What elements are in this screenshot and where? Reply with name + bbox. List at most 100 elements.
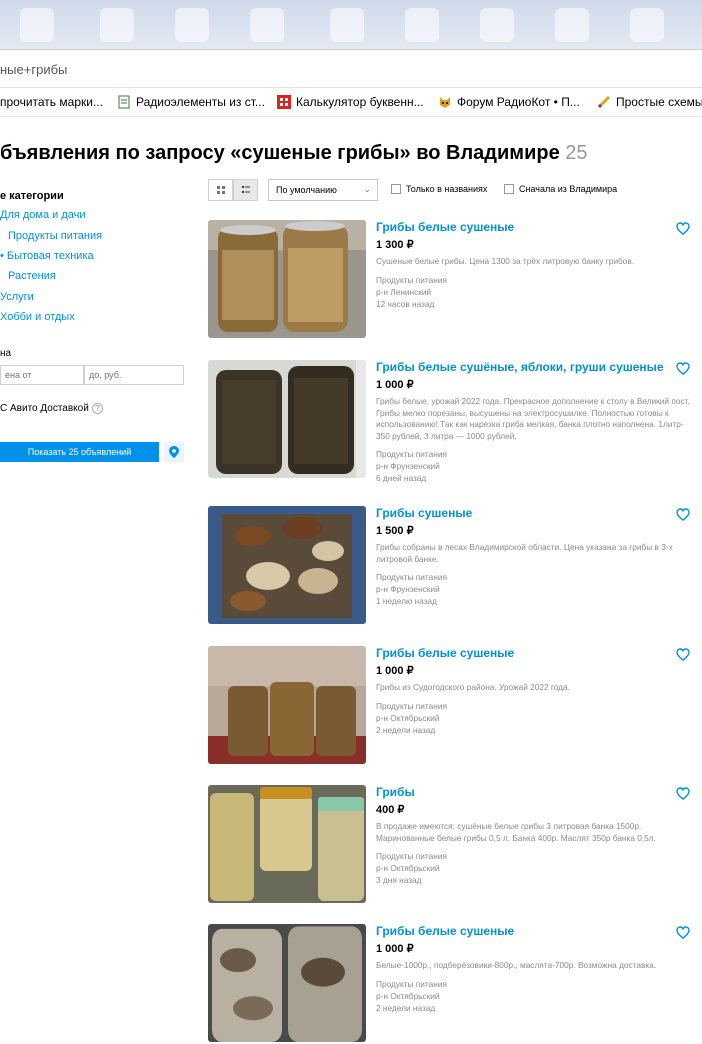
price-to-input[interactable] bbox=[84, 365, 184, 385]
tab-thumbnail[interactable] bbox=[555, 8, 589, 42]
only-titles-checkbox[interactable]: Только в названиях bbox=[391, 184, 487, 194]
map-button[interactable] bbox=[164, 442, 184, 462]
listing-photo[interactable] bbox=[208, 646, 366, 764]
bookmark-item[interactable]: Простые схемы bbox=[597, 95, 702, 109]
listing-title[interactable]: Грибы белые сушёные, яблоки, груши сушен… bbox=[376, 360, 692, 374]
price-from-input[interactable] bbox=[0, 365, 84, 385]
listing-price: 1 500 ₽ bbox=[376, 525, 414, 537]
listing-info: Грибы белые сушеные 1 000 ₽ Грибы из Суд… bbox=[376, 646, 692, 736]
listing-time: 3 дня назад bbox=[376, 875, 422, 885]
listing-description: Грибы из Судогодского района. Урожай 202… bbox=[376, 682, 570, 692]
listing-category: Продукты питания bbox=[376, 851, 447, 861]
checkbox-box[interactable] bbox=[504, 184, 514, 194]
listing-meta: Продукты питания р-н Ленинский 12 часов … bbox=[376, 274, 692, 310]
tab-thumbnail[interactable] bbox=[405, 8, 439, 42]
delivery-filter[interactable]: С Авито Доставкой? bbox=[0, 403, 103, 414]
listing-item[interactable]: Грибы белые сушеные 1 000 ₽ Белые-1000р.… bbox=[208, 924, 702, 1044]
tab-thumbnail[interactable] bbox=[175, 8, 209, 42]
listing-description: Грибы собраны в лесах Владимирской облас… bbox=[376, 542, 673, 564]
bookmark-label: прочитать марки... bbox=[0, 95, 103, 109]
heart-icon[interactable] bbox=[676, 508, 690, 521]
listing-meta: Продукты питания р-н Октябрьский 2 недел… bbox=[376, 700, 692, 736]
listing-description: Белые-1000р., подберёзовики-800р., масля… bbox=[376, 960, 657, 970]
listing-description: Грибы белые, урожай 2022 года. Прекрасно… bbox=[376, 396, 690, 441]
listing-category: Продукты питания bbox=[376, 978, 447, 989]
bookmark-label: Форум РадиоКот • П... bbox=[457, 95, 580, 109]
listing-meta: Продукты питания р-н Фрунзенский 6 дней … bbox=[376, 448, 692, 484]
listing-info: Грибы 400 ₽ В продаже имеются: сушёные б… bbox=[376, 785, 692, 886]
bookmark-item[interactable]: Радиоэлементы из ст... bbox=[117, 95, 265, 109]
category-home-garden[interactable]: Для дома и дачи bbox=[0, 209, 86, 221]
tab-thumbnail[interactable] bbox=[630, 8, 664, 42]
listing-info: Грибы белые сушёные, яблоки, груши сушен… bbox=[376, 360, 692, 484]
listing-time: 1 неделю назад bbox=[376, 596, 437, 606]
list-view-button[interactable] bbox=[233, 179, 258, 201]
listing-info: Грибы белые сушеные 1 000 ₽ Белые-1000р.… bbox=[376, 924, 692, 1014]
bookmark-label: Радиоэлементы из ст... bbox=[136, 95, 265, 109]
heart-icon[interactable] bbox=[676, 787, 690, 800]
category-food[interactable]: Продукты питания bbox=[8, 230, 102, 242]
listing-item[interactable]: Грибы сушеные 1 500 ₽ Грибы собраны в ле… bbox=[208, 506, 702, 626]
browser-tab-strip bbox=[0, 0, 702, 50]
heart-icon[interactable] bbox=[676, 362, 690, 375]
tab-thumbnail[interactable] bbox=[250, 8, 284, 42]
listing-item[interactable]: Грибы белые сушеные 1 300 ₽ Сушеные белы… bbox=[208, 220, 702, 340]
page-title-text: бъявления по запросу «сушеные грибы» во … bbox=[0, 142, 560, 164]
address-text[interactable]: ные+грибы bbox=[0, 62, 67, 77]
tab-thumbnail[interactable] bbox=[480, 8, 514, 42]
page-title: бъявления по запросу «сушеные грибы» во … bbox=[0, 142, 588, 165]
listing-photo[interactable] bbox=[208, 360, 366, 478]
tab-thumbnail[interactable] bbox=[20, 8, 54, 42]
tab-thumbnail[interactable] bbox=[330, 8, 364, 42]
listing-title[interactable]: Грибы белые сушеные bbox=[376, 924, 692, 938]
listing-title[interactable]: Грибы белые сушеные bbox=[376, 220, 692, 234]
pencil-icon bbox=[597, 95, 611, 109]
category-appliances[interactable]: • Бытовая техника bbox=[0, 250, 94, 262]
bookmark-item[interactable]: прочитать марки... bbox=[0, 95, 103, 109]
listing-time: 6 дней назад bbox=[376, 473, 427, 483]
grid-view-button[interactable] bbox=[208, 179, 233, 201]
city-first-checkbox[interactable]: Сначала из Владимира bbox=[504, 184, 617, 194]
category-services[interactable]: Услуги bbox=[0, 291, 34, 303]
listing-time: 12 часов назад bbox=[376, 298, 435, 309]
tab-thumbnail[interactable] bbox=[100, 8, 134, 42]
listing-category: Продукты питания bbox=[376, 274, 447, 285]
heart-icon[interactable] bbox=[676, 222, 690, 235]
listing-category: Продукты питания bbox=[376, 700, 447, 711]
listing-district: р-н Октябрьский bbox=[376, 712, 440, 723]
listing-description: В продаже имеются: сушёные белые грибы 3… bbox=[376, 821, 656, 843]
bookmarks-bar: прочитать марки... Радиоэлементы из ст..… bbox=[0, 89, 702, 117]
bookmark-item[interactable]: Форум РадиоКот • П... bbox=[438, 95, 580, 109]
heart-icon[interactable] bbox=[676, 648, 690, 661]
listing-photo[interactable] bbox=[208, 220, 366, 338]
heart-icon[interactable] bbox=[676, 926, 690, 939]
sort-select[interactable]: По умолчанию ⌄ bbox=[268, 179, 378, 201]
listing-photo[interactable] bbox=[208, 924, 366, 1042]
listing-time: 2 недели назад bbox=[376, 1002, 436, 1013]
listing-meta: Продукты питания р-н Октябрьский 2 недел… bbox=[376, 978, 692, 1014]
listing-item[interactable]: Грибы белые сушеные 1 000 ₽ Грибы из Суд… bbox=[208, 646, 702, 766]
show-results-button[interactable]: Показать 25 объявлений bbox=[0, 442, 159, 462]
listing-district: р-н Фрунзенский bbox=[376, 584, 440, 594]
category-plants[interactable]: Растения bbox=[8, 270, 56, 282]
listing-item[interactable]: Грибы 400 ₽ В продаже имеются: сушёные б… bbox=[208, 785, 702, 905]
checkbox-box[interactable] bbox=[391, 184, 401, 194]
listing-district: р-н Фрунзенский bbox=[376, 461, 440, 471]
listing-price: 1 300 ₽ bbox=[376, 239, 414, 251]
checkbox-label: Сначала из Владимира bbox=[519, 184, 618, 194]
results-toolbar: По умолчанию ⌄ Только в названиях Сначал… bbox=[208, 179, 702, 201]
page-icon bbox=[117, 95, 131, 109]
grid-icon bbox=[216, 186, 225, 194]
help-icon[interactable]: ? bbox=[91, 403, 103, 414]
listing-title[interactable]: Грибы bbox=[376, 785, 692, 799]
address-bar[interactable]: ные+грибы bbox=[0, 50, 702, 88]
listing-title[interactable]: Грибы сушеные bbox=[376, 506, 692, 520]
bookmark-item[interactable]: Калькулятор буквенн... bbox=[277, 95, 424, 109]
category-hobby[interactable]: Хобби и отдых bbox=[0, 311, 75, 323]
listing-item[interactable]: Грибы белые сушёные, яблоки, груши сушен… bbox=[208, 360, 702, 483]
listing-price: 1 000 ₽ bbox=[376, 379, 414, 391]
listing-photo[interactable] bbox=[208, 506, 366, 624]
listing-title[interactable]: Грибы белые сушеные bbox=[376, 646, 692, 660]
listing-meta: Продукты питания р-н Фрунзенский 1 недел… bbox=[376, 571, 692, 607]
listing-photo[interactable] bbox=[208, 785, 366, 903]
